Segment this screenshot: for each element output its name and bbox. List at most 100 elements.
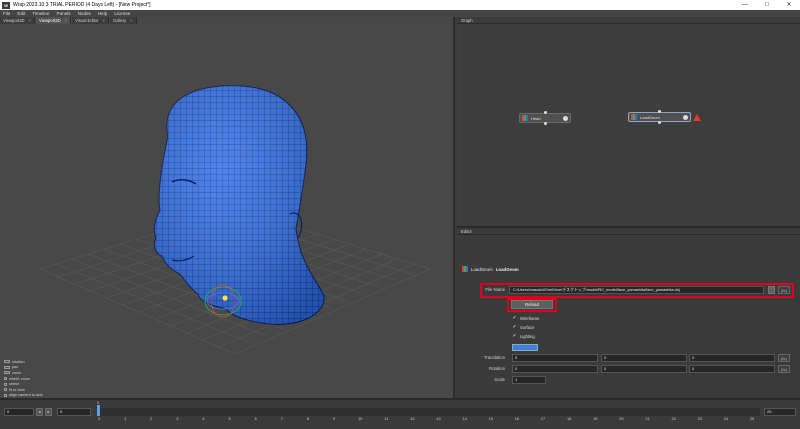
minimize-button[interactable]: —: [734, 0, 756, 10]
wireframe-color-swatch[interactable]: [512, 344, 538, 351]
node-input-port[interactable]: [658, 110, 661, 113]
node-output-port[interactable]: [543, 122, 547, 125]
maximize-button[interactable]: □: [756, 0, 778, 10]
graph-panel[interactable]: Graph Head LoadGeom: [457, 17, 800, 226]
timeline-tick-label: 11: [384, 416, 389, 421]
legend-zoom: zoom: [12, 370, 22, 375]
timeline-tick-label: 20: [619, 416, 624, 421]
fx-button[interactable]: {fx}: [778, 365, 790, 373]
timeline-tick-label: 6: [254, 416, 257, 421]
close-button[interactable]: ✕: [778, 0, 800, 10]
timeline-tick-label: 9: [332, 416, 336, 421]
warning-icon: [693, 114, 701, 121]
timeline-tick-label: 12: [410, 416, 415, 421]
editor-node-header: LoadGeom LoadGeom: [462, 266, 519, 272]
fx-button[interactable]: {fx}: [778, 354, 790, 362]
file-name-highlight: [480, 283, 794, 298]
timeline-tick-label: 25: [749, 416, 755, 421]
scale-label: Scale: [494, 377, 505, 382]
rotation-z-input[interactable]: 0: [689, 365, 775, 373]
surface-label: Surface: [520, 325, 535, 330]
timeline-tick-label: 19: [593, 416, 598, 421]
scale-input[interactable]: 1: [512, 376, 546, 384]
playhead-label: 0: [97, 400, 100, 405]
viewport-panel: Viewport3D × Viewport3D × Visual Editor × G…: [0, 17, 455, 398]
menu-license[interactable]: License: [114, 11, 130, 16]
surface-checkbox[interactable]: ✓ Surface: [512, 325, 535, 331]
rotation-label: Rotation: [488, 366, 505, 371]
translation-y-input[interactable]: 0: [601, 354, 687, 362]
timeline-track[interactable]: [97, 408, 760, 416]
checkmark-icon: ✓: [512, 315, 517, 321]
wireframe-checkbox[interactable]: ✓ Wireframe: [512, 315, 539, 322]
node-label: LoadGeom: [640, 114, 660, 120]
menu-timeline[interactable]: Timeline: [32, 11, 49, 16]
close-icon[interactable]: ×: [65, 17, 67, 24]
geometry-node-icon: [522, 115, 528, 121]
node-input-port[interactable]: [543, 111, 547, 114]
lighting-checkbox[interactable]: ✓ Lighting: [512, 333, 534, 340]
node-output-port[interactable]: [658, 121, 661, 124]
menu-bar: File Edit Timeline Panels Nodes Help Lic…: [0, 10, 800, 17]
timeline-tick-label: 22: [671, 416, 676, 421]
tab-label: Visual Editor: [75, 18, 99, 23]
rotation-y-input[interactable]: 0: [601, 365, 687, 373]
timeline-tick-label: 0: [97, 416, 101, 421]
rotation-x-input[interactable]: 0: [512, 365, 598, 373]
graph-panel-title: Graph: [457, 17, 800, 24]
title-bar: W Wrap 2023.10.3 TRIAL PERIOD (4 Days Le…: [0, 0, 800, 10]
key-icon: [4, 382, 7, 386]
mouse-icon: [4, 360, 10, 364]
menu-nodes[interactable]: Nodes: [78, 11, 91, 16]
viewport-3d-canvas[interactable]: [0, 24, 455, 398]
tab-label: Viewport3D: [39, 18, 61, 23]
mouse-icon: [4, 365, 10, 369]
tab-viewport3d-2[interactable]: Viewport3D ×: [36, 17, 72, 24]
node-label: Head: [531, 115, 541, 121]
menu-edit[interactable]: Edit: [17, 11, 25, 16]
timeline-tick-label: 3: [176, 416, 179, 421]
timeline-start-input[interactable]: 0: [4, 408, 34, 416]
editor-node-name: LoadGeom: [495, 266, 519, 272]
tab-visual-editor[interactable]: Visual Editor ×: [72, 17, 109, 24]
close-icon[interactable]: ×: [130, 17, 132, 24]
mouse-wheel-icon: [4, 377, 7, 381]
timeline-end-input[interactable]: 25: [764, 408, 796, 416]
timeline-tick-label: 15: [488, 416, 493, 421]
translation-x-input[interactable]: 0: [512, 354, 598, 362]
mouse-controls-legend: rotation pan zoom wheel: zoom select fit…: [4, 359, 43, 398]
timeline-tick-label: 7: [280, 416, 283, 421]
close-icon[interactable]: ×: [29, 17, 31, 24]
tab-viewport3d-1[interactable]: Viewport3D ×: [0, 17, 36, 24]
legend-wheel-zoom: wheel: zoom: [9, 376, 31, 381]
step-forward-button[interactable]: ▸: [45, 408, 52, 416]
timeline-current-input[interactable]: 0: [57, 408, 91, 416]
editor-node-type: LoadGeom: [471, 266, 493, 272]
visibility-icon[interactable]: [563, 115, 568, 121]
head-mesh: [153, 85, 325, 325]
timeline-ruler[interactable]: 0 0 1 2 3 4 5 6 7 8 9 10 11 12 13 14 15 16 17 18 19 20 21 22 23…: [97, 400, 760, 422]
timeline-tick-label: 4: [202, 416, 205, 421]
close-icon[interactable]: ×: [103, 17, 105, 24]
timeline-tick-label: 16: [514, 416, 520, 421]
timeline-playhead[interactable]: [97, 405, 100, 416]
visibility-icon[interactable]: [683, 114, 688, 120]
key-icon: [4, 393, 7, 397]
key-icon: [4, 388, 7, 392]
menu-file[interactable]: File: [3, 11, 10, 16]
node-head[interactable]: Head: [519, 111, 571, 125]
menu-help[interactable]: Help: [98, 11, 107, 16]
checkmark-icon: ✓: [512, 333, 517, 339]
tab-gallery[interactable]: Gallery ×: [109, 17, 137, 24]
timeline-tick-label: 10: [358, 416, 363, 421]
step-back-button[interactable]: ◂: [36, 408, 43, 416]
translation-z-input[interactable]: 0: [689, 354, 775, 362]
menu-panels[interactable]: Panels: [57, 11, 71, 16]
timeline-tick-label: 1: [124, 416, 127, 421]
app-logo-icon: W: [2, 1, 10, 9]
timeline-panel: 0 ◂ ▸ 0 0 0 1 2 3 4 5 6 7 8 9 10 11 12 13 14 15 16 17 18 19…: [0, 398, 800, 429]
node-loadgeom[interactable]: LoadGeom: [628, 110, 691, 124]
timeline-tick-label: 23: [697, 416, 702, 421]
legend-rotation: rotation: [12, 359, 25, 364]
timeline-tick-label: 18: [566, 416, 572, 421]
